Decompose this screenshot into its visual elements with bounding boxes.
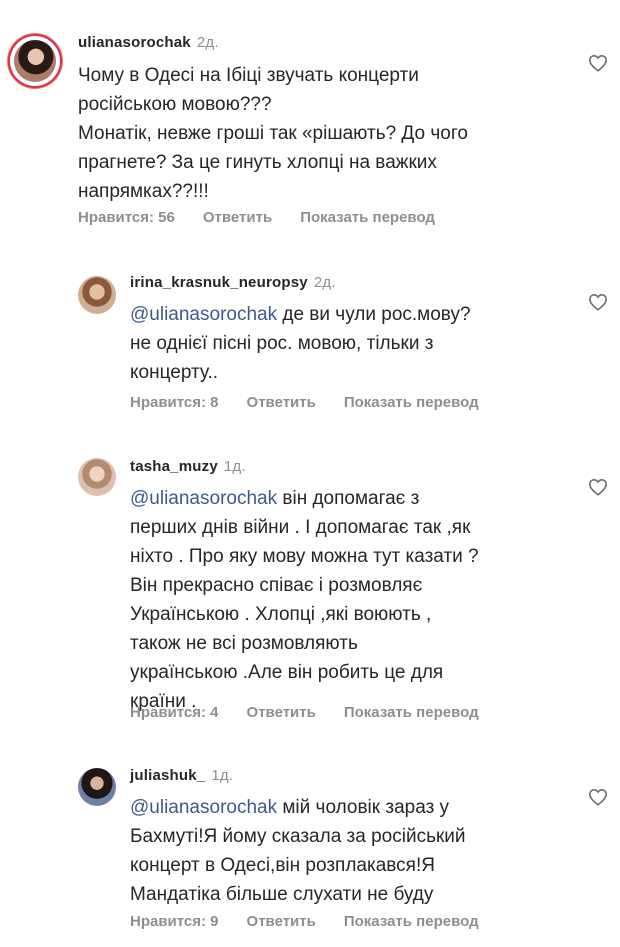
comment-time: 2д. bbox=[196, 34, 219, 51]
comment-time: 1д. bbox=[211, 767, 234, 784]
comment-text: @ulianasorochak він допомагає з перших д… bbox=[130, 488, 479, 712]
likes-count[interactable]: Нравится: 56 bbox=[78, 209, 175, 226]
heart-icon[interactable] bbox=[588, 54, 608, 72]
likes-count[interactable]: Нравится: 8 bbox=[130, 394, 219, 411]
comment-actions: Нравится: 56 Ответить Показать перевод bbox=[78, 209, 435, 226]
heart-icon[interactable] bbox=[588, 788, 608, 806]
comment-time: 1д. bbox=[223, 458, 246, 475]
comment-text: @ulianasorochak де ви чули рос.мову? не … bbox=[130, 304, 471, 383]
comment-text: @ulianasorochak мій чоловік зараз у Бахм… bbox=[130, 797, 466, 905]
show-translation-button[interactable]: Показать перевод bbox=[344, 394, 479, 411]
comment-username[interactable]: ulianasorochak 2д. bbox=[78, 34, 219, 51]
likes-count[interactable]: Нравится: 4 bbox=[130, 704, 219, 721]
show-translation-button[interactable]: Показать перевод bbox=[344, 704, 479, 721]
reply-button[interactable]: Ответить bbox=[247, 913, 316, 930]
reply-button[interactable]: Ответить bbox=[203, 209, 272, 226]
mention-link[interactable]: @ulianasorochak bbox=[130, 488, 277, 509]
comment-username[interactable]: juliashuk_ 1д. bbox=[130, 767, 233, 784]
mention-link[interactable]: @ulianasorochak bbox=[130, 304, 277, 325]
reply-button[interactable]: Ответить bbox=[247, 394, 316, 411]
comment-username[interactable]: irina_krasnuk_neuropsy 2д. bbox=[130, 274, 336, 291]
comment-time: 2д. bbox=[313, 274, 336, 291]
show-translation-button[interactable]: Показать перевод bbox=[344, 913, 479, 930]
comment-actions: Нравится: 8 Ответить Показать перевод bbox=[130, 394, 479, 411]
avatar[interactable] bbox=[78, 276, 116, 314]
show-translation-button[interactable]: Показать перевод bbox=[300, 209, 435, 226]
avatar[interactable] bbox=[10, 36, 60, 86]
comment-text: Чому в Одесі на Ібіці звучать концерти р… bbox=[78, 65, 468, 202]
mention-link[interactable]: @ulianasorochak bbox=[130, 797, 277, 818]
avatar[interactable] bbox=[78, 458, 116, 496]
heart-icon[interactable] bbox=[588, 293, 608, 311]
avatar[interactable] bbox=[78, 768, 116, 806]
comment-username[interactable]: tasha_muzy 1д. bbox=[130, 458, 246, 475]
heart-icon[interactable] bbox=[588, 478, 608, 496]
comment-actions: Нравится: 9 Ответить Показать перевод bbox=[130, 913, 479, 930]
comment-actions: Нравится: 4 Ответить Показать перевод bbox=[130, 704, 479, 721]
likes-count[interactable]: Нравится: 9 bbox=[130, 913, 219, 930]
reply-button[interactable]: Ответить bbox=[247, 704, 316, 721]
